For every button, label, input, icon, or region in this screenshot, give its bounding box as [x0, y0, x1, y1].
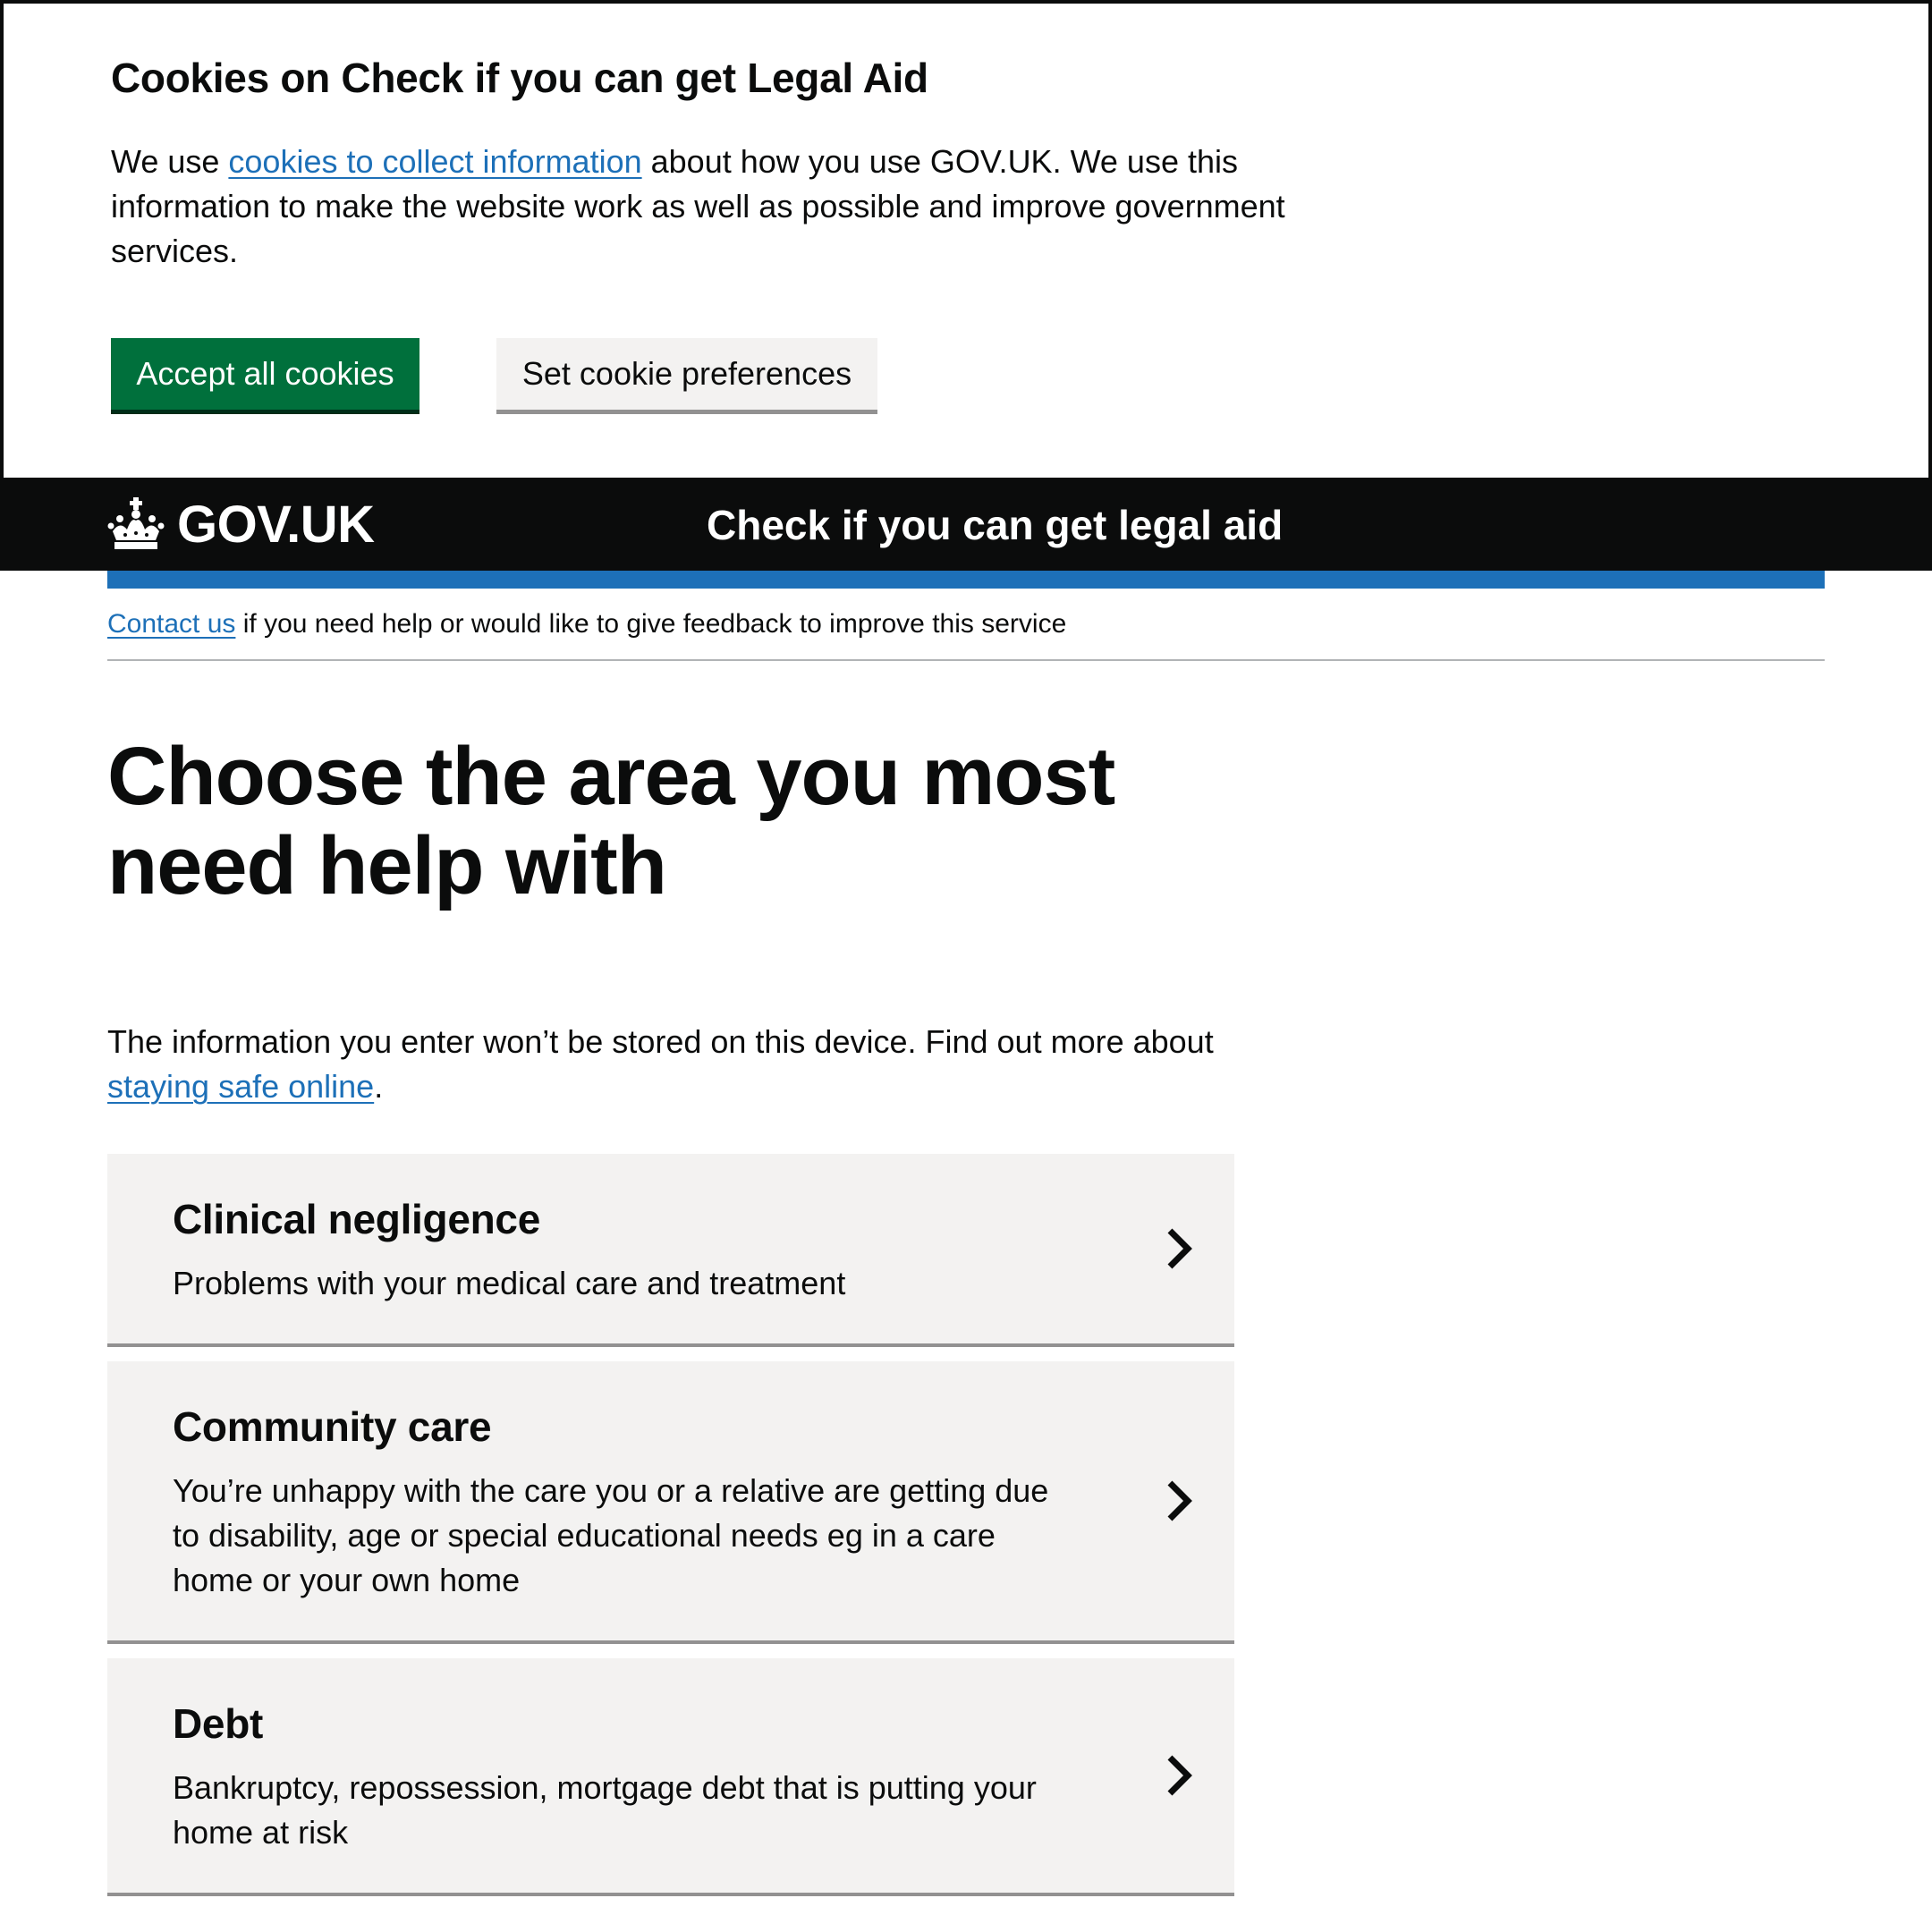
- chevron-right-icon: [1167, 1228, 1192, 1269]
- cookie-banner: Cookies on Check if you can get Legal Ai…: [0, 0, 1932, 478]
- chevron-right-icon: [1167, 1755, 1192, 1796]
- header-blue-stripe: [107, 571, 1825, 589]
- contact-us-link[interactable]: Contact us: [107, 609, 235, 639]
- category-item-debt[interactable]: Debt Bankruptcy, repossession, mortgage …: [107, 1658, 1234, 1896]
- section-divider: [107, 659, 1825, 661]
- intro-text: The information you enter won’t be store…: [107, 1020, 1270, 1109]
- accept-cookies-button[interactable]: Accept all cookies: [111, 338, 419, 410]
- service-name-link[interactable]: Check if you can get legal aid: [707, 501, 1283, 549]
- cookie-preferences-button[interactable]: Set cookie preferences: [496, 338, 877, 410]
- category-list: Clinical negligence Problems with your m…: [107, 1154, 1234, 1911]
- cookies-info-link[interactable]: cookies to collect information: [228, 143, 641, 180]
- intro-text-end: .: [374, 1068, 384, 1105]
- category-description: Problems with your medical care and trea…: [173, 1265, 846, 1301]
- chevron-right-icon: [1167, 1480, 1192, 1521]
- category-title: Community care: [173, 1403, 492, 1450]
- cookie-banner-title: Cookies on Check if you can get Legal Ai…: [111, 55, 928, 101]
- site-header: GOV.UK Check if you can get legal aid: [0, 478, 1932, 571]
- intro-text-start: The information you enter won’t be store…: [107, 1023, 1214, 1060]
- page-title: Choose the area you most need help with: [107, 731, 1115, 911]
- contact-banner-text: if you need help or would like to give f…: [235, 609, 1067, 639]
- govuk-logo-text: GOV.UK: [177, 495, 375, 554]
- category-item-clinical-negligence[interactable]: Clinical negligence Problems with your m…: [107, 1154, 1234, 1347]
- cookie-banner-text: We use cookies to collect information ab…: [111, 140, 1327, 274]
- category-item-community-care[interactable]: Community care You’re unhappy with the c…: [107, 1361, 1234, 1644]
- category-title: Clinical negligence: [173, 1196, 540, 1242]
- crown-icon: [107, 497, 165, 549]
- staying-safe-online-link[interactable]: staying safe online: [107, 1068, 374, 1105]
- category-description: You’re unhappy with the care you or a re…: [173, 1472, 1049, 1598]
- category-title: Debt: [173, 1700, 264, 1747]
- category-description: Bankruptcy, repossession, mortgage debt …: [173, 1769, 1037, 1851]
- contact-banner: Contact us if you need help or would lik…: [107, 605, 1825, 644]
- cookie-text-start: We use: [111, 143, 229, 180]
- govuk-logo-link[interactable]: GOV.UK: [107, 495, 375, 554]
